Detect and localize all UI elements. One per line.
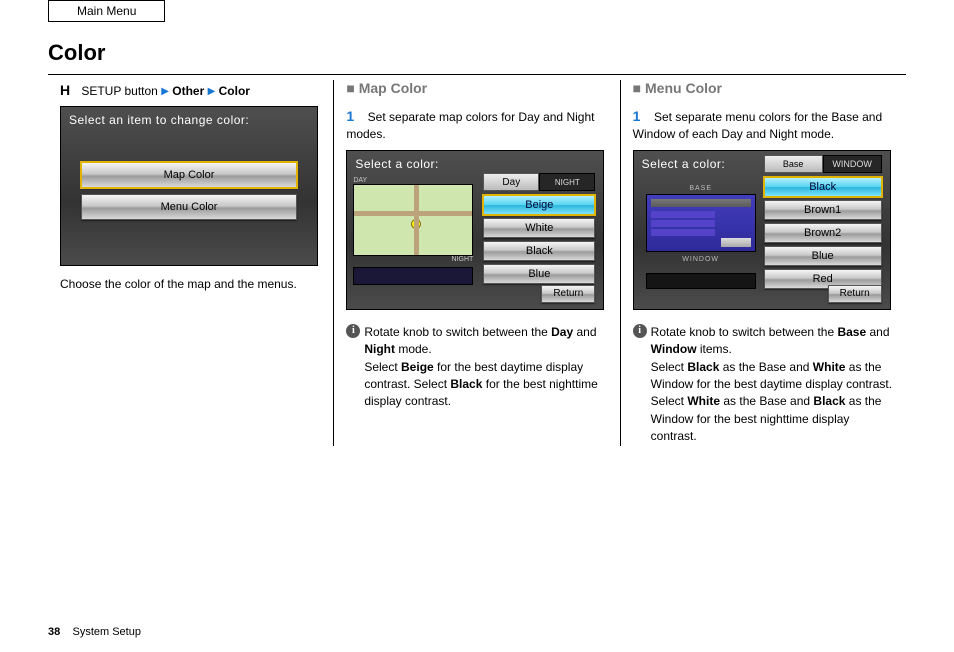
label-base: BASE [640,185,762,192]
option-menu-color[interactable]: Menu Color [81,194,297,220]
step-1-label: 1 [346,106,364,126]
return-button[interactable]: Return [828,285,882,303]
map-night-preview [353,267,473,285]
option-map-color[interactable]: Map Color [81,162,297,188]
chevron-icon: ▶ [208,86,216,97]
opt-white[interactable]: White [483,218,595,238]
map-previews: DAY NIGHT [353,177,473,285]
opt-brown2[interactable]: Brown2 [764,223,882,243]
screenshot-title: Select a color: [642,157,726,171]
tab-window[interactable]: WINDOW [823,155,882,173]
col2-lead-text: Set separate map colors for Day and Nigh… [346,110,594,141]
page-footer: 38 System Setup [48,626,141,638]
subhead-menu-color: ■ Menu Color [633,80,894,96]
day-night-tabs: Day NIGHT [483,173,595,191]
setup-button-icon: H [60,80,78,100]
col3-note: i Rotate knob to switch between the Base… [633,324,894,446]
subhead-text: Map Color [359,80,427,96]
menu-color-options: Black Brown1 Brown2 Blue Red [764,177,882,289]
color-options: Beige White Black Blue [483,195,595,284]
info-icon: i [633,324,647,338]
tab-day[interactable]: Day [483,173,539,191]
page-number: 38 [48,626,60,638]
label-night: NIGHT [353,256,473,263]
base-preview [646,194,756,252]
subhead-text: Menu Color [645,80,722,96]
subhead-map-color: ■ Map Color [346,80,607,96]
col3-lead: 1 Set separate menu colors for the Base … [633,106,894,144]
car-icon [411,219,421,229]
page-heading-row: Color [48,40,906,75]
opt-brown1[interactable]: Brown1 [764,200,882,220]
section-name: System Setup [72,626,140,638]
breadcrumb: H SETUP button ▶ Other ▶ Color [60,80,321,100]
screenshot-title: Select a color: [355,157,439,171]
col2-lead: 1 Set separate map colors for Day and Ni… [346,106,607,144]
tab-base[interactable]: Base [764,155,823,173]
col2-note: i Rotate knob to switch between the Day … [346,324,607,411]
info-icon: i [346,324,360,338]
label-day: DAY [353,177,473,184]
map-day-preview [353,184,473,256]
map-color-controls: Day NIGHT Beige White Black Blue [483,173,595,284]
content-columns: H SETUP button ▶ Other ▶ Color Select an… [48,80,906,446]
col-2: ■ Map Color 1 Set separate map colors fo… [333,80,619,446]
col-1: H SETUP button ▶ Other ▶ Color Select an… [48,80,333,446]
col-3: ■ Menu Color 1 Set separate menu colors … [620,80,906,446]
main-menu-box: Main Menu [48,0,165,22]
col3-note-text: Rotate knob to switch between the Base a… [651,324,894,446]
opt-black[interactable]: Black [764,177,882,197]
col3-lead-text: Set separate menu colors for the Base an… [633,110,882,141]
breadcrumb-b: Other [172,84,204,98]
opt-blue[interactable]: Blue [483,264,595,284]
opt-beige[interactable]: Beige [483,195,595,215]
col1-text: Choose the color of the map and the menu… [60,276,321,293]
col2-note-text: Rotate knob to switch between the Day an… [364,324,607,411]
return-button[interactable]: Return [541,285,595,303]
menu-color-controls: Base WINDOW Black Brown1 Brown2 Blue Red [764,155,882,289]
base-window-tabs: Base WINDOW [764,155,882,173]
window-preview [646,273,756,289]
screenshot-select-item: Select an item to change color: Map Colo… [60,106,318,266]
screenshot-title: Select an item to change color: [69,113,249,127]
label-window: WINDOW [640,256,762,263]
breadcrumb-c: Color [219,84,250,98]
step-1-label: 1 [633,106,651,126]
opt-black[interactable]: Black [483,241,595,261]
chevron-icon: ▶ [161,86,169,97]
page-title: Color [48,40,906,66]
tab-night[interactable]: NIGHT [539,173,595,191]
screenshot-map-color: Select a color: DAY NIGHT Day NIGHT Beig… [346,150,604,310]
menu-previews: BASE WINDOW [640,181,762,289]
opt-blue[interactable]: Blue [764,246,882,266]
breadcrumb-a: SETUP button [81,84,158,98]
screenshot-menu-color: Select a color: BASE WINDOW Base WINDOW … [633,150,891,310]
